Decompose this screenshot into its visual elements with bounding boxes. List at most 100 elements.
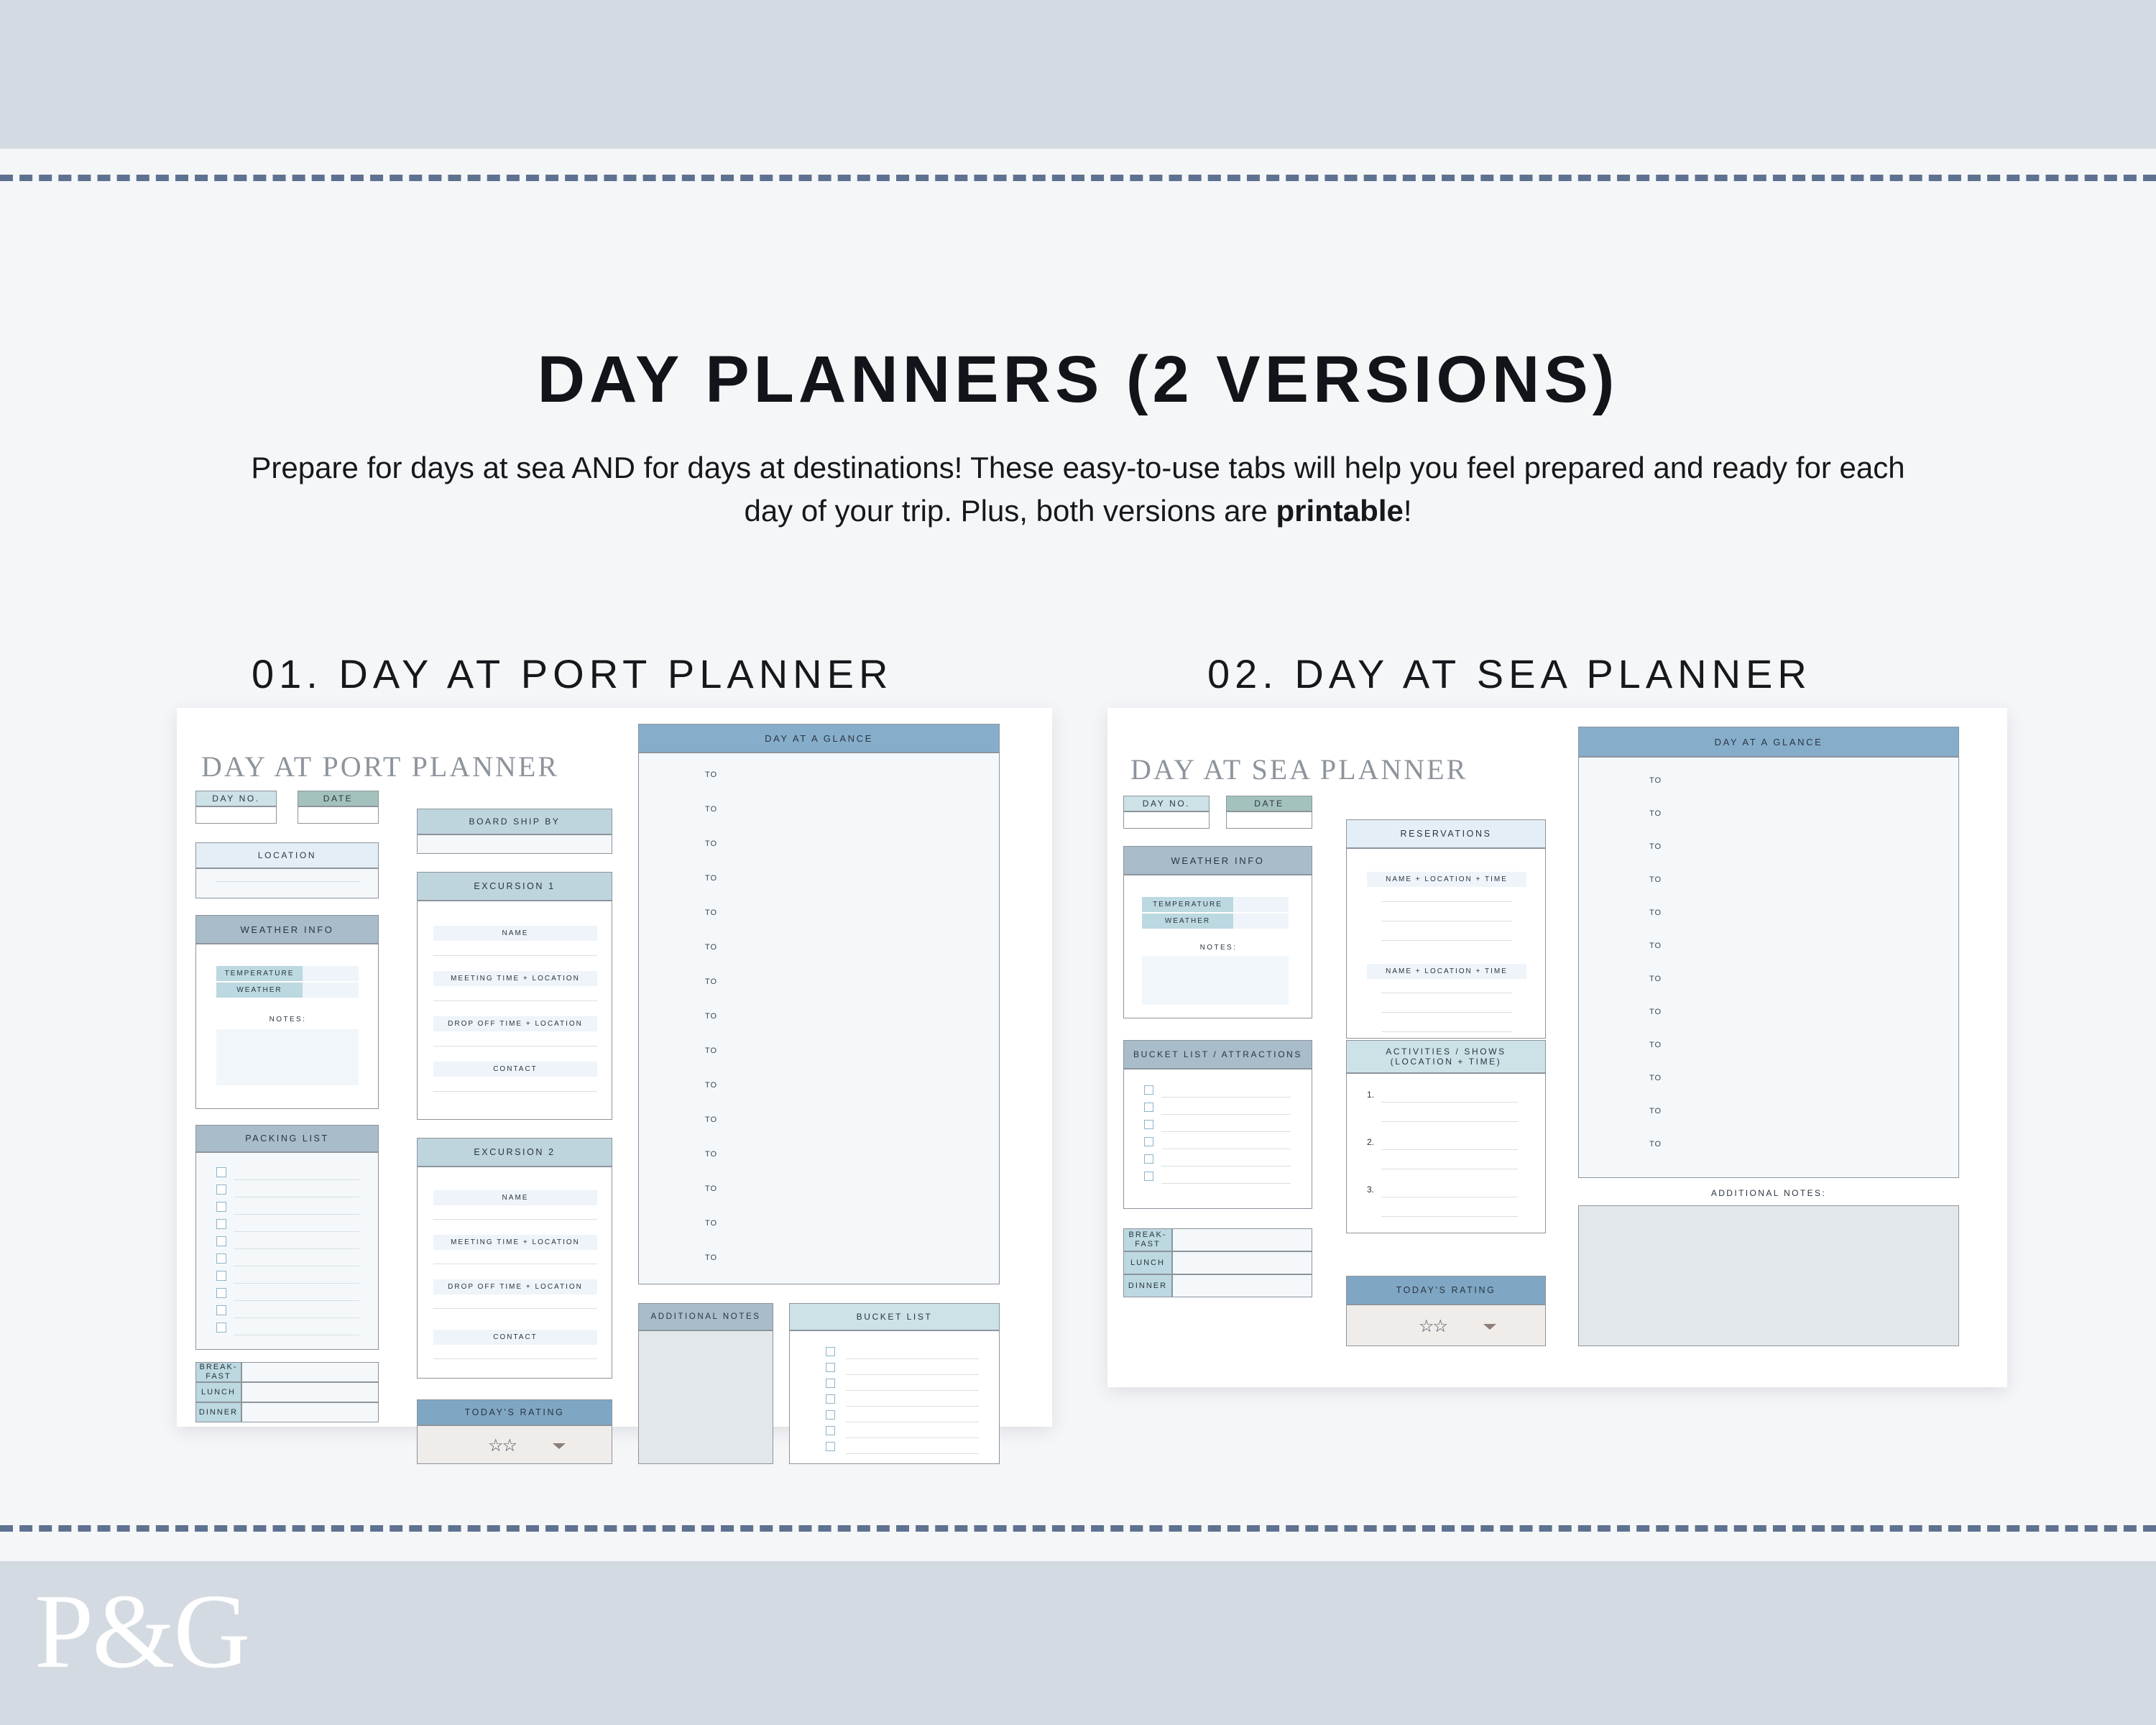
port-packing-item-checkbox[interactable] bbox=[216, 1271, 226, 1281]
port-bucket-item-line[interactable] bbox=[846, 1374, 979, 1375]
sea-bucket-item-checkbox[interactable] bbox=[1144, 1085, 1153, 1095]
port-packing-item-checkbox[interactable] bbox=[216, 1202, 226, 1212]
port-exc1-rule-meeting[interactable] bbox=[433, 1000, 597, 1001]
port-date-input[interactable] bbox=[298, 806, 379, 824]
sea-glance-row[interactable]: TO bbox=[1649, 875, 1662, 884]
sea-bucket-item-checkbox[interactable] bbox=[1144, 1154, 1153, 1164]
sea-bucket-item-checkbox[interactable] bbox=[1144, 1120, 1153, 1129]
port-packing-item-checkbox[interactable] bbox=[216, 1236, 226, 1246]
port-bucket-item-checkbox[interactable] bbox=[826, 1442, 835, 1451]
port-packing-item-checkbox[interactable] bbox=[216, 1219, 226, 1229]
port-glance-row[interactable]: TO bbox=[705, 1046, 717, 1055]
port-packing-item-checkbox[interactable] bbox=[216, 1288, 226, 1298]
sea-res1-rule-3[interactable] bbox=[1381, 940, 1512, 941]
port-glance-row[interactable]: TO bbox=[705, 1081, 717, 1090]
port-packing-item-line[interactable] bbox=[234, 1179, 359, 1180]
sea-meal-input[interactable] bbox=[1172, 1228, 1312, 1251]
sea-bucket-item-line[interactable] bbox=[1161, 1114, 1291, 1115]
port-glance-row[interactable]: TO bbox=[705, 1184, 717, 1193]
sea-activity-line[interactable] bbox=[1381, 1149, 1518, 1150]
sea-activity-line[interactable] bbox=[1381, 1121, 1518, 1122]
port-rating-select[interactable]: ☆☆ bbox=[417, 1425, 612, 1464]
port-bucket-item-line[interactable] bbox=[846, 1406, 979, 1407]
sea-glance-row[interactable]: TO bbox=[1649, 1107, 1662, 1116]
port-exc2-rule-contact[interactable] bbox=[433, 1358, 597, 1359]
sea-activity-line[interactable] bbox=[1381, 1102, 1518, 1103]
port-rating-chevron-down-icon[interactable] bbox=[553, 1443, 566, 1449]
sea-date-input[interactable] bbox=[1226, 811, 1312, 829]
port-glance-row[interactable]: TO bbox=[705, 1219, 717, 1228]
port-bucket-item-checkbox[interactable] bbox=[826, 1363, 835, 1372]
sea-meal-input[interactable] bbox=[1172, 1251, 1312, 1274]
sea-glance-row[interactable]: TO bbox=[1649, 1074, 1662, 1082]
port-bucket-item-line[interactable] bbox=[846, 1390, 979, 1391]
port-glance-row[interactable]: TO bbox=[705, 770, 717, 779]
port-packing-item-checkbox[interactable] bbox=[216, 1305, 226, 1315]
sea-rating-select[interactable]: ☆☆ bbox=[1346, 1305, 1546, 1346]
sea-glance-row[interactable]: TO bbox=[1649, 908, 1662, 917]
sea-glance-row[interactable]: TO bbox=[1649, 942, 1662, 950]
port-glance-row[interactable]: TO bbox=[705, 840, 717, 848]
port-bucket-item-checkbox[interactable] bbox=[826, 1410, 835, 1420]
sea-glance-row[interactable]: TO bbox=[1649, 809, 1662, 818]
port-glance-row[interactable]: TO bbox=[705, 1150, 717, 1159]
sea-bucket-item-line[interactable] bbox=[1161, 1166, 1291, 1167]
port-bucket-item-checkbox[interactable] bbox=[826, 1394, 835, 1404]
sea-res2-rule-2[interactable] bbox=[1381, 1012, 1512, 1013]
port-glance-row[interactable]: TO bbox=[705, 1012, 717, 1021]
sea-weather-notes-input[interactable] bbox=[1142, 956, 1289, 1005]
sea-day-no-input[interactable] bbox=[1123, 811, 1210, 829]
sea-bucket-item-checkbox[interactable] bbox=[1144, 1137, 1153, 1146]
sea-glance-row[interactable]: TO bbox=[1649, 1008, 1662, 1016]
port-glance-row[interactable]: TO bbox=[705, 943, 717, 952]
sea-glance-row[interactable]: TO bbox=[1649, 975, 1662, 983]
port-packing-item-checkbox[interactable] bbox=[216, 1254, 226, 1264]
port-packing-item-checkbox[interactable] bbox=[216, 1322, 226, 1333]
port-packing-item-line[interactable] bbox=[234, 1248, 359, 1249]
port-bucket-item-checkbox[interactable] bbox=[826, 1379, 835, 1388]
sea-bucket-item-line[interactable] bbox=[1161, 1183, 1291, 1184]
port-packing-item-line[interactable] bbox=[234, 1300, 359, 1301]
sea-activity-line[interactable] bbox=[1381, 1216, 1518, 1217]
port-packing-item-line[interactable] bbox=[234, 1231, 359, 1232]
port-board-ship-input[interactable] bbox=[417, 834, 612, 854]
port-glance-row[interactable]: TO bbox=[705, 978, 717, 986]
port-glance-row[interactable]: TO bbox=[705, 1254, 717, 1262]
sea-bucket-item-checkbox[interactable] bbox=[1144, 1103, 1153, 1112]
port-additional-notes-input[interactable] bbox=[638, 1330, 773, 1464]
port-day-no-input[interactable] bbox=[195, 806, 277, 824]
sea-glance-row[interactable]: TO bbox=[1649, 776, 1662, 785]
sea-rating-chevron-down-icon[interactable] bbox=[1483, 1324, 1496, 1330]
port-bucket-item-line[interactable] bbox=[846, 1358, 979, 1359]
port-packing-item-line[interactable] bbox=[234, 1214, 359, 1215]
port-meal-input[interactable] bbox=[241, 1382, 379, 1402]
sea-res1-rule-1[interactable] bbox=[1381, 901, 1512, 902]
port-exc2-rule-dropoff[interactable] bbox=[433, 1308, 597, 1309]
port-meal-input[interactable] bbox=[241, 1362, 379, 1382]
port-exc2-rule-name[interactable] bbox=[433, 1219, 597, 1220]
port-packing-item-line[interactable] bbox=[234, 1317, 359, 1318]
sea-bucket-item-line[interactable] bbox=[1161, 1131, 1291, 1132]
port-packing-item-checkbox[interactable] bbox=[216, 1184, 226, 1195]
sea-glance-row[interactable]: TO bbox=[1649, 842, 1662, 851]
port-bucket-item-checkbox[interactable] bbox=[826, 1347, 835, 1356]
port-glance-row[interactable]: TO bbox=[705, 1116, 717, 1124]
sea-glance-row[interactable]: TO bbox=[1649, 1041, 1662, 1049]
port-packing-item-line[interactable] bbox=[234, 1283, 359, 1284]
sea-bucket-item-line[interactable] bbox=[1161, 1097, 1291, 1098]
port-exc1-rule-name[interactable] bbox=[433, 955, 597, 956]
port-glance-row[interactable]: TO bbox=[705, 805, 717, 814]
sea-glance-row[interactable]: TO bbox=[1649, 1140, 1662, 1149]
sea-res2-rule-3[interactable] bbox=[1381, 1031, 1512, 1032]
port-bucket-item-line[interactable] bbox=[846, 1453, 979, 1454]
port-bucket-item-checkbox[interactable] bbox=[826, 1426, 835, 1435]
port-weather-notes-input[interactable] bbox=[216, 1029, 359, 1085]
port-packing-item-checkbox[interactable] bbox=[216, 1167, 226, 1177]
port-glance-row[interactable]: TO bbox=[705, 908, 717, 917]
sea-bucket-item-checkbox[interactable] bbox=[1144, 1172, 1153, 1181]
port-glance-row[interactable]: TO bbox=[705, 874, 717, 883]
port-location-input[interactable] bbox=[195, 868, 379, 898]
port-exc1-rule-contact[interactable] bbox=[433, 1091, 597, 1092]
port-meal-input[interactable] bbox=[241, 1402, 379, 1422]
sea-additional-notes-input[interactable] bbox=[1578, 1205, 1959, 1346]
